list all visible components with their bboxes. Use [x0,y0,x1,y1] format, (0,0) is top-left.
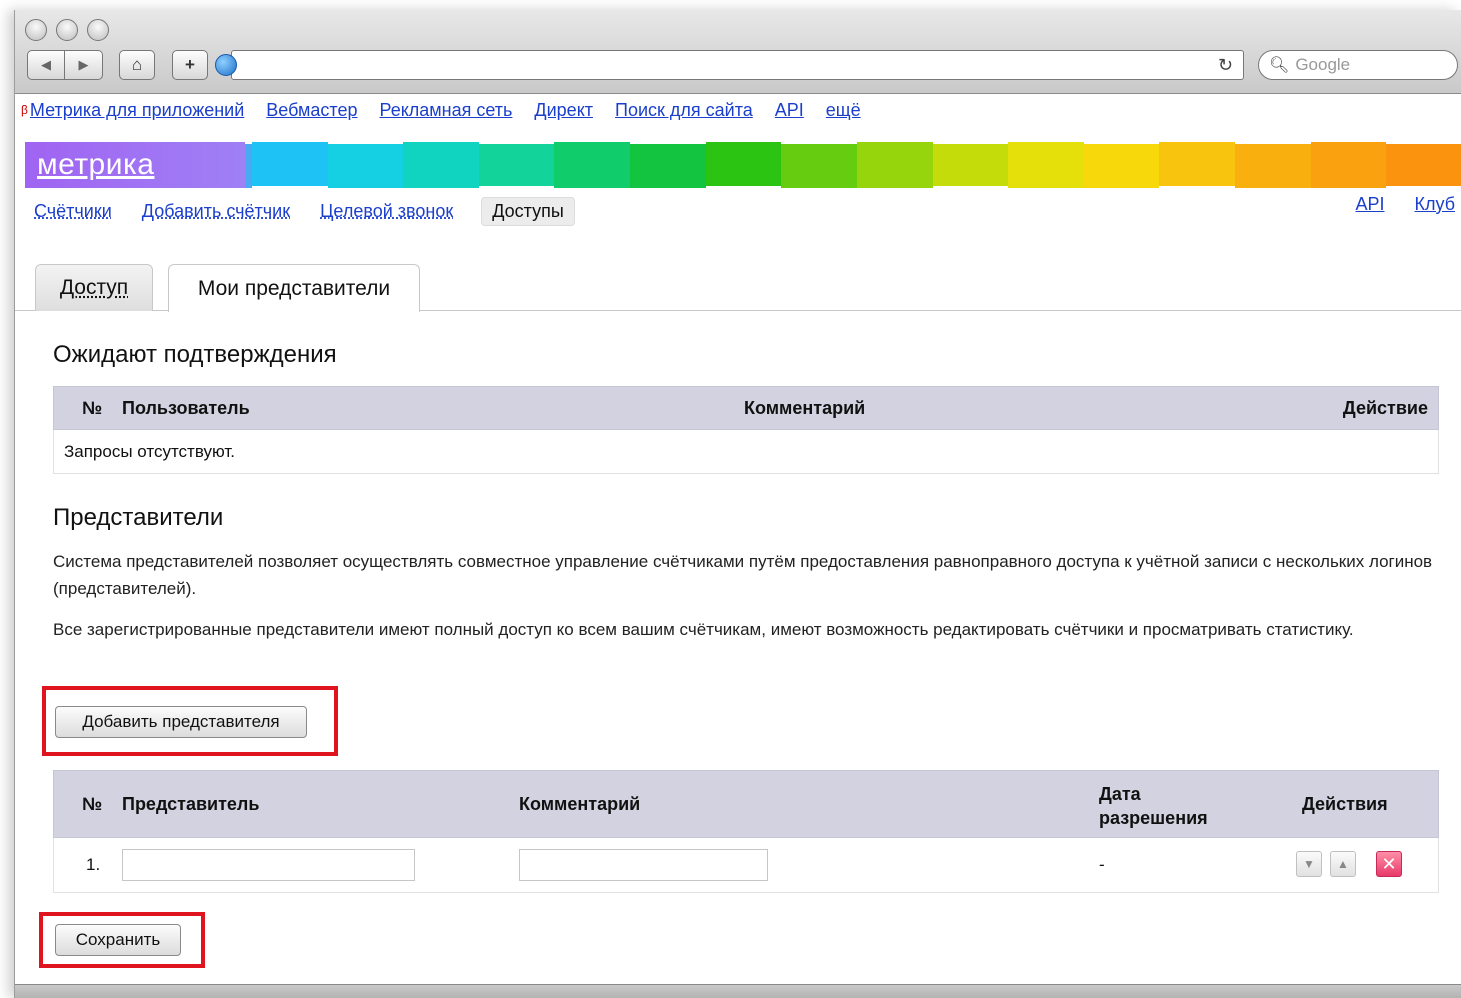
top-right-links: API Клуб [1325,194,1455,215]
pending-col-comment: Комментарий [744,398,866,418]
search-placeholder: Google [1295,55,1351,74]
plus-icon: + [185,55,195,74]
service-link-ad-network[interactable]: Рекламная сеть [379,100,512,121]
window-bottom-bar [15,984,1461,998]
reps-col-num: № [82,794,103,814]
rainbow-segment [781,144,857,188]
reps-col-date: Дата разрешения [1099,782,1208,830]
menu-add-counter[interactable]: Добавить счётчик [142,201,290,222]
window-zoom-button[interactable] [87,19,109,41]
address-bar[interactable]: ↻ [231,50,1244,80]
forward-button[interactable]: ▶ [65,50,103,80]
move-down-button[interactable]: ▼ [1296,851,1322,877]
arrow-up-icon: ▲ [1337,857,1349,871]
add-representative-label: Добавить представителя [82,712,280,731]
forward-arrow-icon: ▶ [78,57,89,72]
browser-toolbar: ◀ ▶ ⌂ + ↻ 🔍︎ Google [15,10,1461,94]
globe-icon [215,54,237,76]
reps-title: Представители [53,504,224,531]
representative-comment-input[interactable] [519,849,768,881]
pending-col-action: Действие [1342,398,1428,418]
reps-table-header: № Представитель Комментарий Дата разреше… [53,770,1439,838]
rep-row-date: - [1099,855,1105,874]
rainbow-segment [403,142,479,188]
rep-row-num: 1. [86,855,101,874]
rainbow-segment [1310,142,1387,188]
pending-title: Ожидают подтверждения [53,341,337,368]
metrika-logo[interactable]: метрика [25,142,245,188]
rainbow-segment [1386,144,1461,186]
save-label: Сохранить [75,930,161,949]
rainbow-segment [554,142,630,188]
menu-target-call[interactable]: Целевой звонок [320,201,453,222]
service-link-site-search[interactable]: Поиск для сайта [615,100,753,121]
reload-icon[interactable]: ↻ [1218,55,1233,76]
pending-table-header: № Пользователь Комментарий Действие [53,386,1439,430]
reps-col-date-line1: Дата [1099,784,1141,804]
link-club[interactable]: Клуб [1415,194,1456,215]
reps-col-actions: Действия [1302,794,1388,814]
tab-access-label: Доступ [59,276,129,299]
rainbow-segment [1235,144,1311,188]
service-link-direct[interactable]: Директ [534,100,593,121]
rainbow-segment [1008,142,1084,188]
tab-access[interactable]: Доступ [35,264,153,311]
browser-window: ◀ ▶ ⌂ + ↻ 🔍︎ Google β Метрика для прилож… [14,10,1461,998]
reps-description-1: Система представителей позволяет осущест… [53,552,1433,598]
window-minimize-button[interactable] [56,19,78,41]
rainbow-segment [856,142,933,188]
pending-col-num: № [82,398,103,418]
pending-col-user: Пользователь [122,398,250,418]
save-button[interactable]: Сохранить [55,924,181,956]
home-icon: ⌂ [131,55,143,74]
nav-buttons: ◀ ▶ [27,50,103,80]
beta-mark: β [21,103,28,117]
home-button[interactable]: ⌂ [119,50,155,80]
logo-text: метрика [37,148,155,181]
sub-menu: Счётчики Добавить счётчик Целевой звонок… [34,196,575,226]
search-icon: 🔍︎ [1269,57,1290,74]
pending-empty-text: Запросы отсутствуют. [64,442,235,461]
reps-col-date-line2: разрешения [1099,808,1208,828]
add-representative-button[interactable]: Добавить представителя [55,706,307,738]
rainbow-segment [705,142,782,186]
tab-my-representatives[interactable]: Мои представители [168,264,420,312]
rainbow-segment [327,144,404,188]
service-link-api[interactable]: API [775,100,804,121]
back-button[interactable]: ◀ [27,50,65,80]
arrow-down-icon: ▼ [1303,857,1315,871]
menu-counters[interactable]: Счётчики [34,201,112,222]
reps-description-2: Все зарегистрированные представители име… [53,620,1354,639]
search-field[interactable]: 🔍︎ Google [1258,50,1458,80]
rainbow-segment [630,144,706,188]
service-link-more[interactable]: ещё [826,100,861,121]
rainbow-segment [478,144,555,186]
rainbow-segment [251,142,328,186]
representative-login-input[interactable] [122,849,415,881]
table-row: 1. - ▼ ▲ ✕ [53,838,1439,893]
add-bookmark-button[interactable]: + [172,50,208,80]
menu-access-active[interactable]: Доступы [481,196,575,226]
back-arrow-icon: ◀ [41,57,51,72]
service-link-metrika-apps[interactable]: Метрика для приложений [30,100,244,121]
rainbow-segment [932,144,1009,186]
services-bar: β Метрика для приложений Вебмастер Рекла… [21,98,883,122]
rainbow-segment [1159,142,1235,186]
pending-empty-row: Запросы отсутствуют. [53,430,1439,474]
service-link-webmaster[interactable]: Вебмастер [266,100,357,121]
window-close-button[interactable] [25,19,47,41]
reps-col-comment: Комментарий [519,794,641,814]
close-icon: ✕ [1381,853,1397,874]
reps-col-representative: Представитель [122,794,260,814]
rainbow-segment [1083,144,1160,188]
delete-representative-button[interactable]: ✕ [1376,851,1402,877]
tab-my-representatives-label: Мои представители [197,276,391,300]
move-up-button[interactable]: ▲ [1330,851,1356,877]
link-api[interactable]: API [1355,194,1384,215]
